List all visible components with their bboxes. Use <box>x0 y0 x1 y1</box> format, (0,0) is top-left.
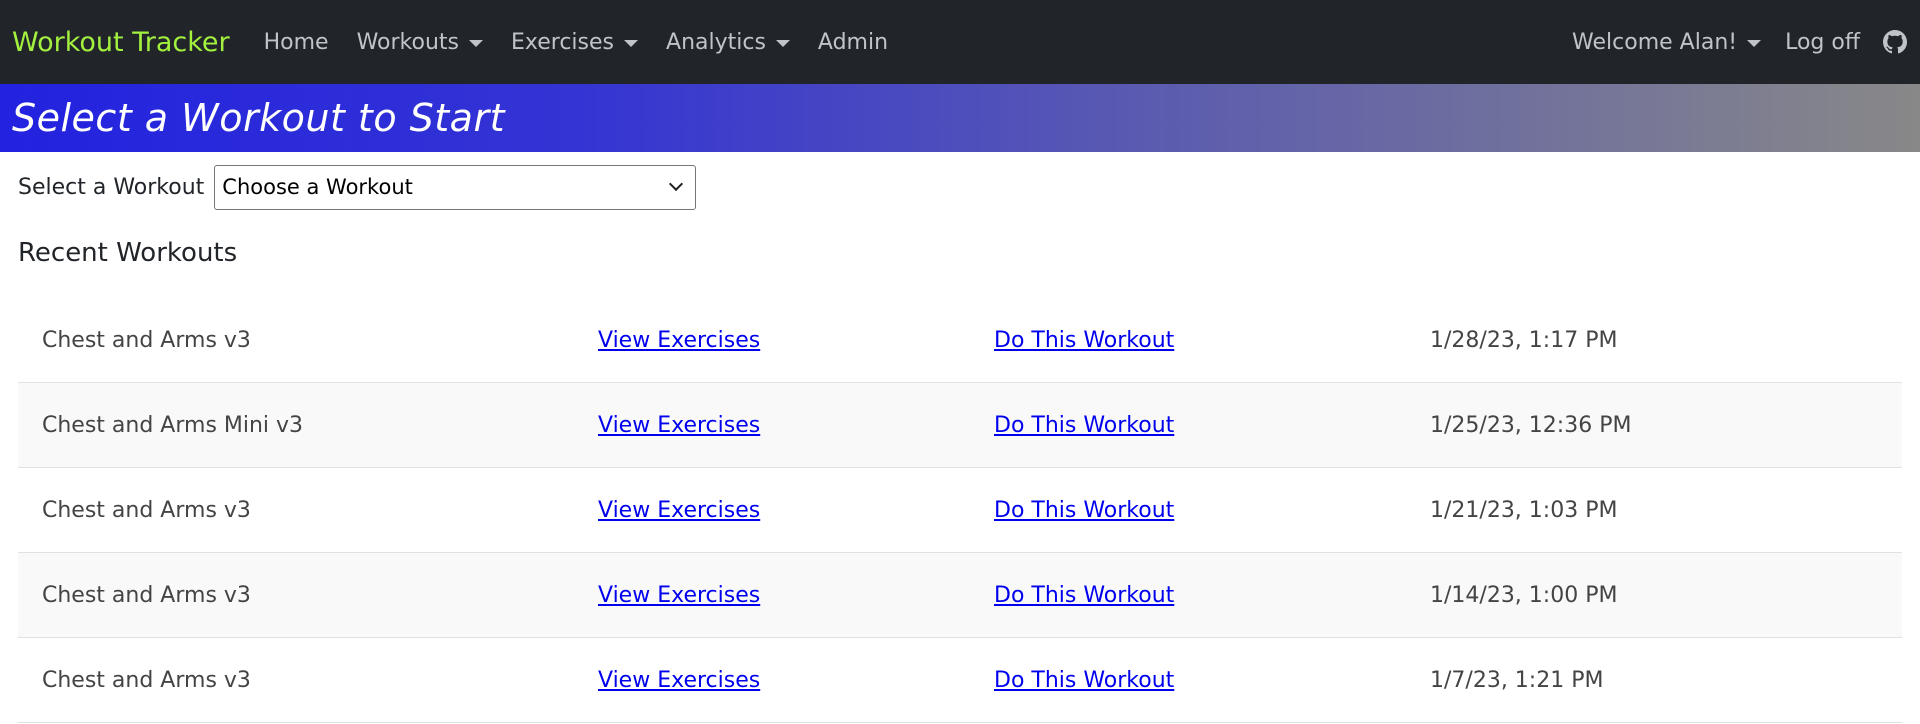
workout-date: 1/25/23, 12:36 PM <box>1430 412 1632 438</box>
logoff-link[interactable]: Log off <box>1773 0 1872 84</box>
nav-item-label: Workouts <box>356 29 459 55</box>
caret-down-icon <box>775 39 790 47</box>
nav-item-label: Admin <box>817 29 889 55</box>
view-exercises-link[interactable]: View Exercises <box>598 413 760 438</box>
nav-links: Home Workouts Exercises Analytics Admin <box>252 0 900 84</box>
nav-item-label: Analytics <box>666 29 766 55</box>
do-this-workout-link[interactable]: Do This Workout <box>994 583 1174 608</box>
table-row: Chest and Arms v3 View Exercises Do This… <box>18 553 1902 638</box>
chevron-down-icon <box>669 176 684 192</box>
nav-item-workouts[interactable]: Workouts <box>345 0 495 84</box>
user-menu[interactable]: Welcome Alan! <box>1560 0 1773 84</box>
nav-right: Welcome Alan! Log off <box>1560 0 1908 84</box>
view-exercises-link[interactable]: View Exercises <box>598 498 760 523</box>
select-workout-label: Select a Workout <box>18 174 205 200</box>
workout-select-value: Choose a Workout <box>222 175 413 199</box>
nav-item-analytics[interactable]: Analytics <box>654 0 802 84</box>
table-row: Chest and Arms v3 View Exercises Do This… <box>18 468 1902 553</box>
caret-down-icon <box>1747 39 1762 47</box>
recent-workouts-table: Chest and Arms v3 View Exercises Do This… <box>18 298 1902 723</box>
workout-date: 1/28/23, 1:17 PM <box>1430 327 1618 353</box>
nav-item-admin[interactable]: Admin <box>806 0 900 84</box>
workout-name: Chest and Arms v3 <box>42 667 251 693</box>
workout-name: Chest and Arms v3 <box>42 327 251 353</box>
workout-date: 1/14/23, 1:00 PM <box>1430 582 1618 608</box>
caret-down-icon <box>469 39 483 47</box>
do-this-workout-link[interactable]: Do This Workout <box>994 328 1174 353</box>
table-row: Chest and Arms v3 View Exercises Do This… <box>18 638 1902 723</box>
table-row: Chest and Arms v3 View Exercises Do This… <box>18 298 1902 383</box>
view-exercises-link[interactable]: View Exercises <box>598 583 760 608</box>
page-title: Select a Workout to Start <box>12 96 505 140</box>
logoff-label: Log off <box>1785 29 1860 55</box>
view-exercises-link[interactable]: View Exercises <box>598 668 760 693</box>
workout-select-row: Select a Workout Choose a Workout <box>0 152 1920 210</box>
brand-link[interactable]: Workout Tracker <box>12 27 230 58</box>
nav-item-exercises[interactable]: Exercises <box>499 0 650 84</box>
workout-name: Chest and Arms v3 <box>42 497 251 523</box>
workout-date: 1/21/23, 1:03 PM <box>1430 497 1618 523</box>
view-exercises-link[interactable]: View Exercises <box>598 328 760 353</box>
workout-name: Chest and Arms v3 <box>42 582 251 608</box>
welcome-label: Welcome Alan! <box>1572 29 1738 55</box>
do-this-workout-link[interactable]: Do This Workout <box>994 498 1174 523</box>
do-this-workout-link[interactable]: Do This Workout <box>994 668 1174 693</box>
nav-item-label: Home <box>263 29 329 55</box>
nav-item-home[interactable]: Home <box>252 0 341 84</box>
recent-workouts-heading: Recent Workouts <box>18 238 238 268</box>
github-icon[interactable] <box>1882 29 1908 55</box>
nav-item-label: Exercises <box>511 29 615 55</box>
table-row: Chest and Arms Mini v3 View Exercises Do… <box>18 383 1902 468</box>
workout-name: Chest and Arms Mini v3 <box>42 412 304 438</box>
do-this-workout-link[interactable]: Do This Workout <box>994 413 1174 438</box>
workout-select[interactable]: Choose a Workout <box>214 164 697 210</box>
page-header-band: Select a Workout to Start <box>0 84 1920 152</box>
caret-down-icon <box>624 39 639 47</box>
workout-date: 1/7/23, 1:21 PM <box>1430 667 1604 693</box>
top-navbar: Workout Tracker Home Workouts Exercises … <box>0 0 1920 84</box>
